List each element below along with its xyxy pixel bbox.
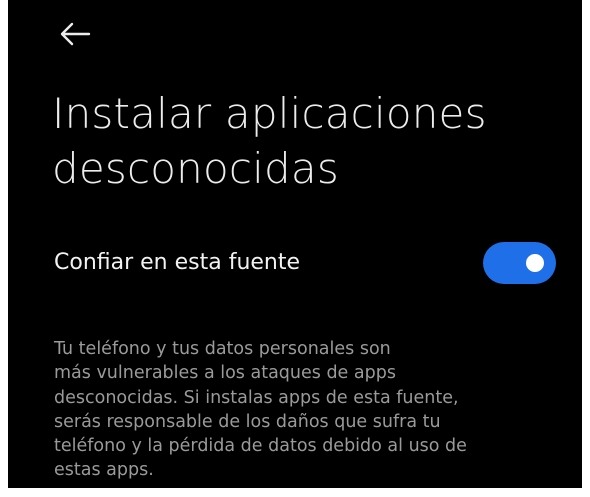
back-button[interactable]	[52, 14, 96, 54]
warning-description: Tu teléfono y tus datos personales son m…	[54, 339, 467, 481]
page-title: Instalar aplicaciones desconocidas	[52, 89, 487, 193]
settings-screen: Instalar aplicaciones desconocidas Confi…	[8, 0, 582, 488]
trust-source-setting[interactable]: Confiar en esta fuente	[8, 230, 582, 298]
trust-source-label: Confiar en esta fuente	[54, 250, 301, 275]
toggle-knob	[526, 254, 544, 272]
trust-source-toggle[interactable]	[483, 242, 556, 284]
arrow-left-icon	[60, 22, 91, 46]
